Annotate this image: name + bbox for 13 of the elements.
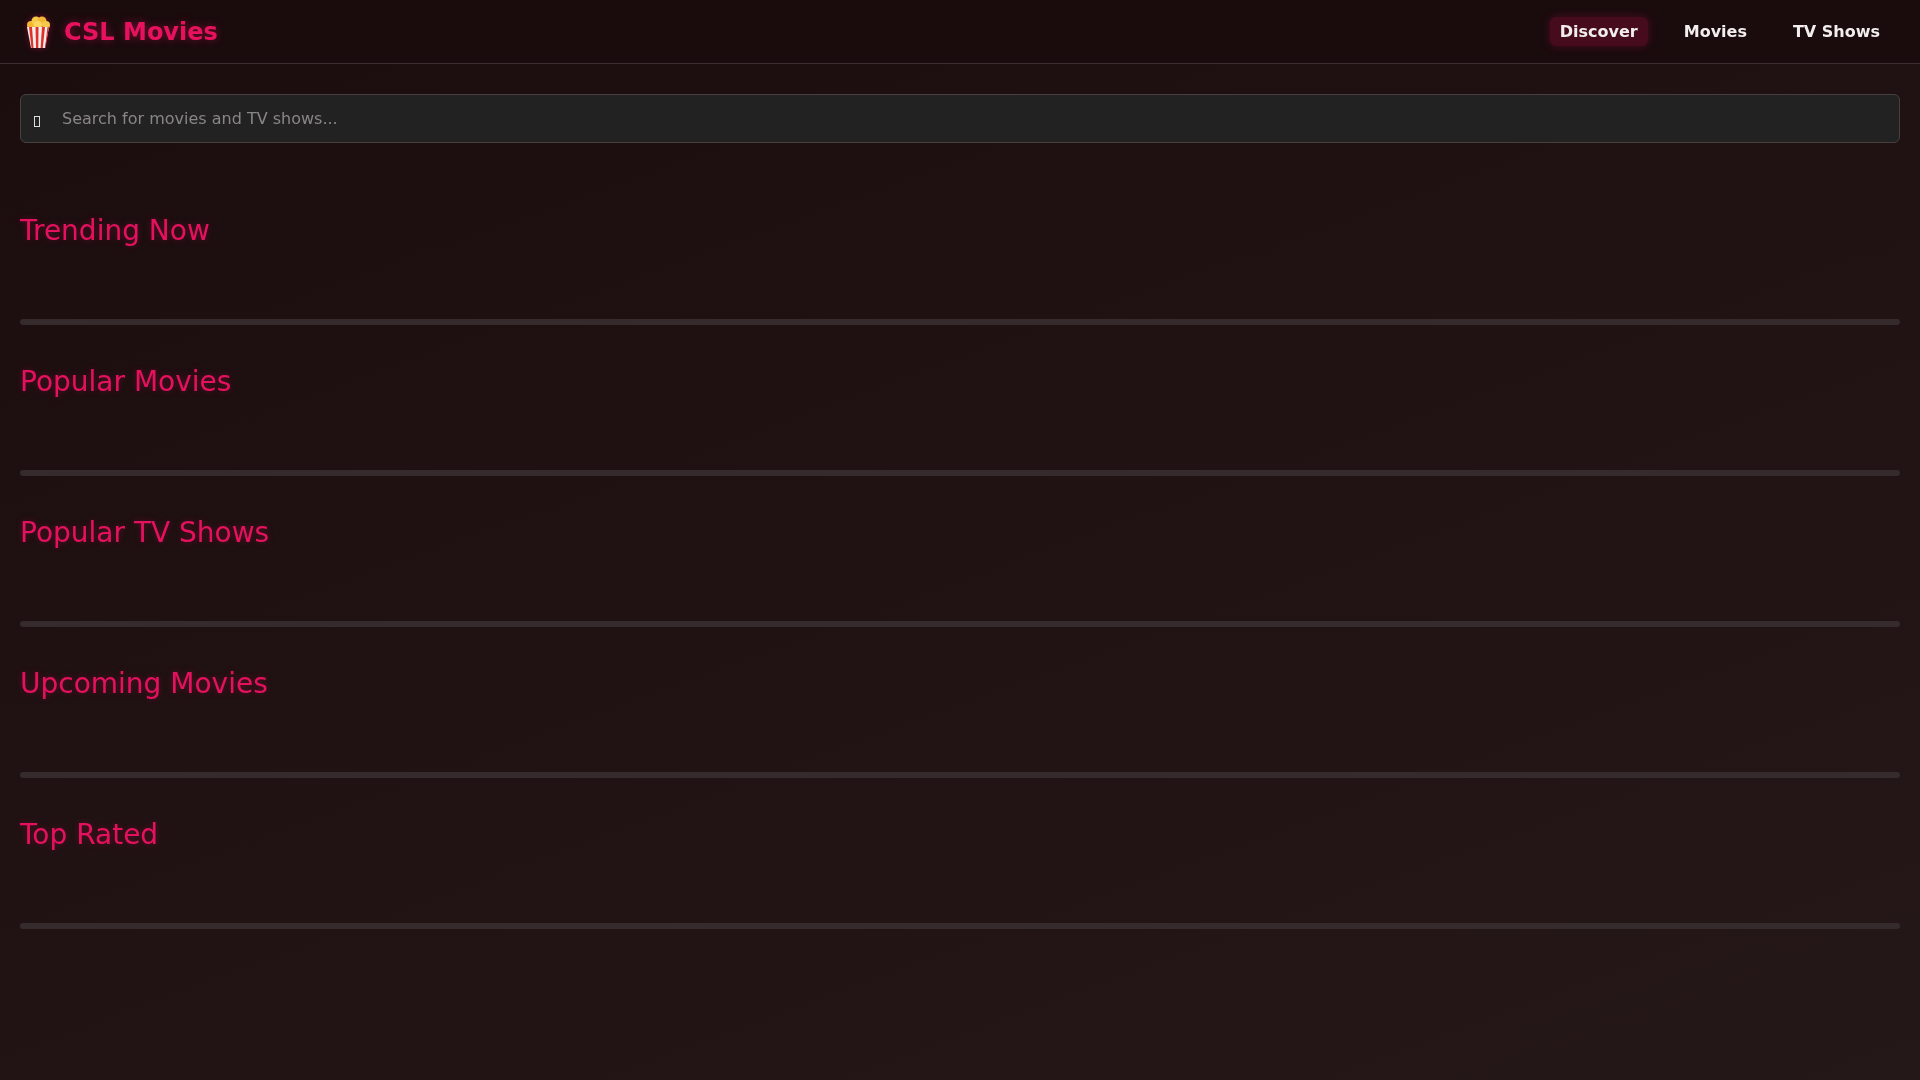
popcorn-icon (25, 15, 51, 48)
section-heading: Trending Now (20, 214, 210, 248)
empty-box-icon (34, 115, 40, 127)
logo-text[interactable]: CSL Movies (64, 16, 218, 47)
search-field[interactable]: Search for movies and TV shows... (20, 94, 1900, 143)
nav-tab[interactable]: TV Shows (1782, 17, 1890, 46)
section-heading: Upcoming Movies (20, 667, 268, 701)
nav-tab[interactable]: Movies (1673, 17, 1757, 46)
nav-tab[interactable]: Discover (1549, 17, 1648, 46)
section-heading: Popular Movies (20, 365, 232, 399)
section-heading: Top Rated (20, 818, 159, 852)
search-input[interactable]: Search for movies and TV shows... (62, 108, 1899, 129)
section-heading: Popular TV Shows (20, 516, 270, 550)
